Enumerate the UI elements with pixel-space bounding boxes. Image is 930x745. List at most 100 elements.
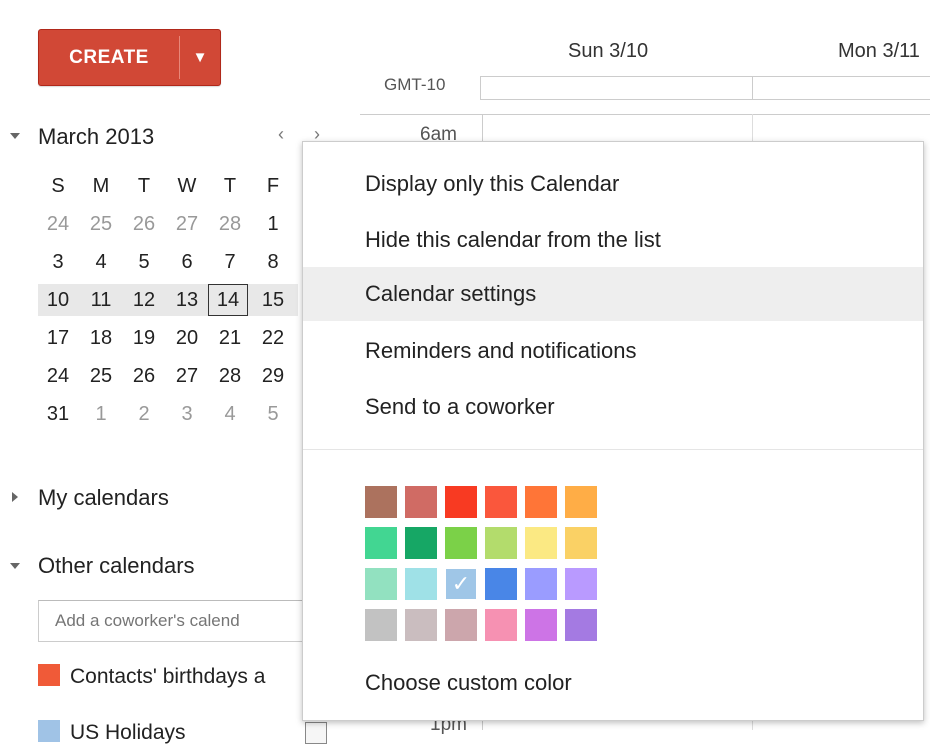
weekday-label: S xyxy=(51,175,65,197)
day-cell[interactable]: 2 xyxy=(124,398,164,430)
collapse-triangle-icon[interactable] xyxy=(10,133,20,139)
day-cell[interactable]: 3 xyxy=(167,398,207,430)
day-cell[interactable]: 1 xyxy=(253,208,293,240)
day-cell[interactable]: 26 xyxy=(124,360,164,392)
color-swatch[interactable] xyxy=(405,527,437,559)
week-row: 17 18 19 20 21 22 xyxy=(38,322,298,354)
timezone-label: GMT-10 xyxy=(384,75,446,94)
day-cell[interactable]: 27 xyxy=(167,360,207,392)
collapse-triangle-icon[interactable] xyxy=(10,563,20,569)
color-swatch[interactable] xyxy=(525,527,557,559)
color-swatch[interactable] xyxy=(445,527,477,559)
create-label[interactable]: CREATE xyxy=(39,30,179,85)
color-swatch[interactable] xyxy=(365,568,397,600)
day-cell[interactable]: 4 xyxy=(210,398,250,430)
color-swatch[interactable] xyxy=(525,486,557,518)
color-swatch[interactable] xyxy=(565,527,597,559)
color-swatch[interactable] xyxy=(525,609,557,641)
day-cell[interactable]: 18 xyxy=(81,322,121,354)
all-day-divider xyxy=(752,76,753,100)
color-swatch[interactable] xyxy=(445,609,477,641)
color-swatch[interactable] xyxy=(405,568,437,600)
week-row: 31 1 2 3 4 5 xyxy=(38,398,298,430)
calendar-color-swatch[interactable] xyxy=(38,720,60,742)
menu-item-hide-calendar[interactable]: Hide this calendar from the list xyxy=(303,213,923,267)
day-cell[interactable]: 24 xyxy=(38,360,78,392)
day-cell[interactable]: 1 xyxy=(81,398,121,430)
color-swatch[interactable] xyxy=(565,568,597,600)
create-button[interactable]: CREATE ▼ xyxy=(38,29,221,86)
day-cell[interactable]: 25 xyxy=(81,360,121,392)
day-cell[interactable]: 31 xyxy=(38,398,78,430)
weekday-label: W xyxy=(177,175,197,197)
day-cell[interactable]: 17 xyxy=(38,322,78,354)
day-cell[interactable]: 11 xyxy=(81,284,121,316)
day-cell[interactable]: 25 xyxy=(81,208,121,240)
my-calendars-heading[interactable]: My calendars xyxy=(38,485,169,511)
menu-item-send-coworker[interactable]: Send to a coworker xyxy=(303,380,923,434)
day-cell[interactable]: 4 xyxy=(81,246,121,278)
day-cell[interactable]: 26 xyxy=(124,208,164,240)
menu-item-calendar-settings[interactable]: Calendar settings xyxy=(303,267,923,321)
day-cell[interactable]: 20 xyxy=(167,322,207,354)
calendar-item-contacts[interactable]: Contacts' birthdays a xyxy=(38,664,265,689)
day-cell[interactable]: 28 xyxy=(210,360,250,392)
day-cell[interactable]: 6 xyxy=(167,246,207,278)
menu-item-custom-color[interactable]: Choose custom color xyxy=(303,656,923,710)
color-swatch[interactable] xyxy=(365,609,397,641)
weekday-label: M xyxy=(92,175,110,197)
day-cell[interactable]: 29 xyxy=(253,360,293,392)
calendar-item-us-holidays[interactable]: US Holidays xyxy=(38,720,186,745)
color-swatch[interactable] xyxy=(565,486,597,518)
mini-calendar-title[interactable]: March 2013 xyxy=(38,124,154,150)
day-cell[interactable]: 8 xyxy=(253,246,293,278)
calendar-options-button[interactable] xyxy=(305,722,327,744)
day-cell[interactable]: 28 xyxy=(210,208,250,240)
color-swatch[interactable] xyxy=(485,527,517,559)
day-cell[interactable]: 12 xyxy=(124,284,164,316)
color-swatch[interactable] xyxy=(485,486,517,518)
create-dropdown-icon[interactable]: ▼ xyxy=(180,30,220,85)
week-row: 24 25 26 27 28 1 xyxy=(38,208,298,240)
menu-item-display-only[interactable]: Display only this Calendar xyxy=(303,157,923,211)
calendar-options-menu: Display only this Calendar Hide this cal… xyxy=(302,141,924,721)
today-cell[interactable]: 14 xyxy=(208,284,248,316)
other-calendars-heading[interactable]: Other calendars xyxy=(38,553,195,579)
color-swatch[interactable] xyxy=(525,568,557,600)
color-swatch[interactable] xyxy=(485,568,517,600)
week-row: 3 4 5 6 7 8 xyxy=(38,246,298,278)
add-coworker-calendar-input[interactable] xyxy=(38,600,338,642)
checkmark-icon: ✓ xyxy=(451,571,471,596)
menu-item-reminders[interactable]: Reminders and notifications xyxy=(303,324,923,378)
day-cell[interactable]: 15 xyxy=(253,284,293,316)
day-cell[interactable]: 5 xyxy=(124,246,164,278)
week-row: 24 25 26 27 28 29 xyxy=(38,360,298,392)
day-header-sun[interactable]: Sun 3/10 xyxy=(568,40,648,63)
day-cell[interactable]: 22 xyxy=(253,322,293,354)
current-week-row: 10 11 12 13 14 15 xyxy=(38,284,298,316)
color-swatch[interactable]: ✓ xyxy=(445,568,477,600)
grid-top-line xyxy=(360,114,930,115)
day-cell[interactable]: 5 xyxy=(253,398,293,430)
color-swatch[interactable] xyxy=(565,609,597,641)
expand-triangle-icon[interactable] xyxy=(12,492,18,502)
day-header-mon[interactable]: Mon 3/11 xyxy=(838,40,920,63)
weekday-header-row: S M T W T F xyxy=(38,170,298,202)
color-swatch[interactable] xyxy=(365,527,397,559)
day-cell[interactable]: 27 xyxy=(167,208,207,240)
day-cell[interactable]: 24 xyxy=(38,208,78,240)
prev-month-icon[interactable]: ‹ xyxy=(278,124,284,145)
color-swatch[interactable] xyxy=(485,609,517,641)
day-cell[interactable]: 19 xyxy=(124,322,164,354)
day-cell[interactable]: 7 xyxy=(210,246,250,278)
calendar-color-swatch[interactable] xyxy=(38,664,60,686)
color-swatch[interactable] xyxy=(365,486,397,518)
color-swatch[interactable] xyxy=(405,486,437,518)
color-swatch[interactable] xyxy=(405,609,437,641)
day-cell[interactable]: 3 xyxy=(38,246,78,278)
all-day-row[interactable] xyxy=(480,76,930,100)
day-cell[interactable]: 13 xyxy=(167,284,207,316)
day-cell[interactable]: 21 xyxy=(210,322,250,354)
color-swatch[interactable] xyxy=(445,486,477,518)
day-cell[interactable]: 10 xyxy=(38,284,78,316)
